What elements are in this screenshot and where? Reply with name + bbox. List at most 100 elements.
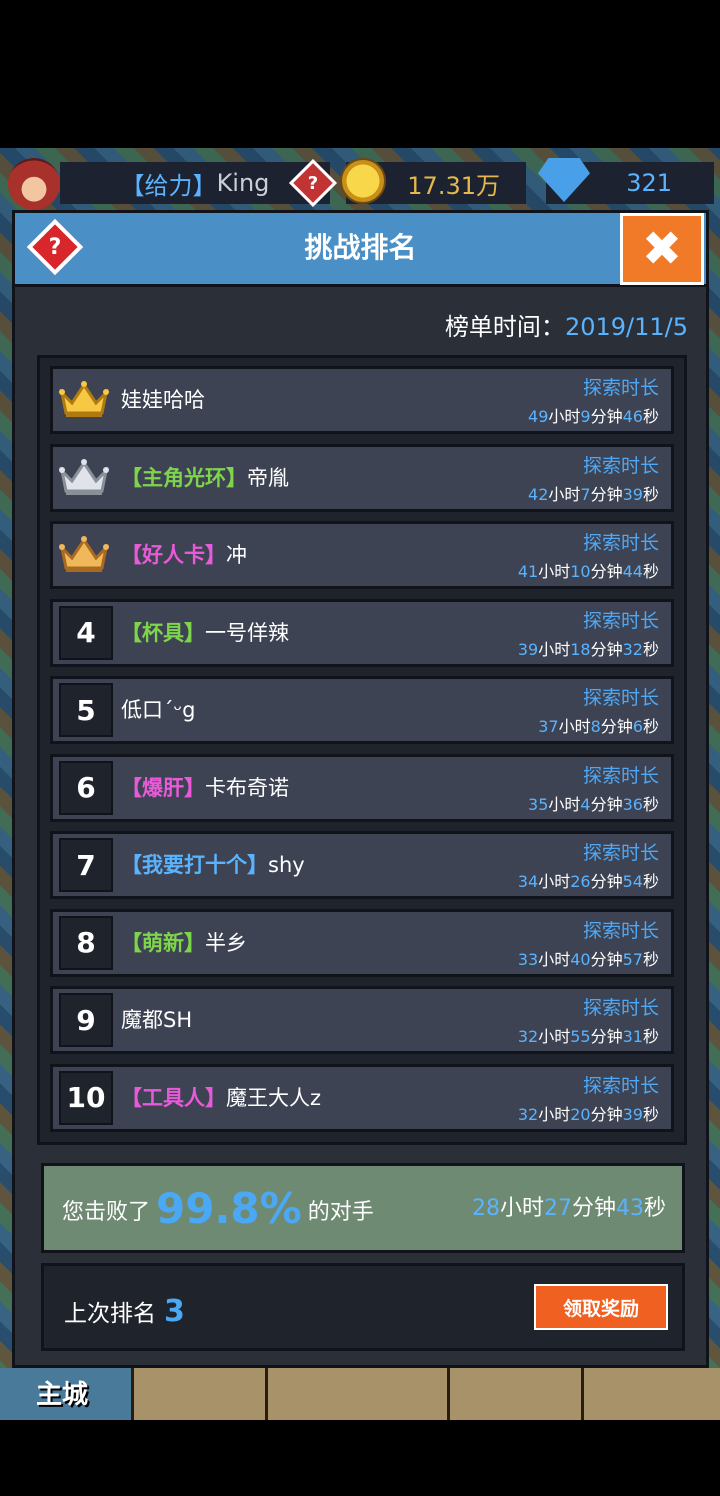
player-title-tag: 【萌新】 xyxy=(121,930,205,955)
player-title-tag: 【我要打十个】 xyxy=(121,853,268,877)
beat-prefix: 您击败了 xyxy=(62,1200,151,1225)
nav-slot-4[interactable] xyxy=(450,1368,584,1420)
player-nickname: 卡布奇诺 xyxy=(205,775,289,800)
nav-slot-2[interactable] xyxy=(134,1368,268,1420)
ranking-row[interactable]: 7 【我要打十个】shy 探索时长 34小时26分钟54秒 xyxy=(50,831,674,899)
last-rank-label: 上次排名 xyxy=(64,1301,156,1327)
explore-time-value: 39小时18分钟32秒 xyxy=(517,639,659,659)
player-nickname: 魔都SH xyxy=(121,1008,193,1032)
bronze-crown-icon xyxy=(59,534,109,574)
explore-time-label: 探索时长 xyxy=(582,919,659,942)
silver-crown-icon xyxy=(59,457,109,497)
player-title-tag: 【给力】 xyxy=(120,171,217,200)
rank-number: 4 xyxy=(59,605,113,660)
rank-number: 5 xyxy=(59,683,113,737)
last-rank: 上次排名 3 xyxy=(64,1294,185,1329)
player-name: 【好人卡】冲 xyxy=(121,524,247,586)
explore-time-value: 49小时9分钟46秒 xyxy=(528,407,659,426)
player-nickname: shy xyxy=(268,853,305,877)
explore-time-label: 探索时长 xyxy=(582,1074,659,1097)
explore-time-value: 41小时10分钟44秒 xyxy=(517,562,659,581)
nav-slot-3[interactable] xyxy=(268,1368,450,1420)
ranking-row[interactable]: 10 【工具人】魔王大人z 探索时长 32小时20分钟39秒 xyxy=(50,1063,674,1132)
player-name: 【工具人】魔王大人z xyxy=(121,1067,321,1129)
status-bar: 【给力】 King ? 17.31万 321 xyxy=(0,158,720,210)
player-title-tag: 【主角光环】 xyxy=(121,465,247,490)
nav-slot-5[interactable] xyxy=(584,1368,720,1420)
player-name: 魔都SH xyxy=(121,989,192,1051)
player-title-tag: 【好人卡】 xyxy=(121,543,226,567)
rank-number: 6 xyxy=(59,760,113,815)
explore-time-label: 探索时长 xyxy=(582,764,659,787)
explore-time-value: 37小时8分钟6秒 xyxy=(538,717,659,736)
rank-number: 8 xyxy=(59,915,113,970)
player-nickname: 一号佯辣 xyxy=(205,620,289,645)
explore-time-label: 探索时长 xyxy=(582,532,659,554)
nav-city[interactable]: 主城 xyxy=(0,1368,134,1420)
player-nickname: 冲 xyxy=(226,543,247,567)
explore-time-value: 32小时55分钟31秒 xyxy=(517,1027,659,1046)
ranking-row[interactable]: 8 【萌新】半乡 探索时长 33小时40分钟57秒 xyxy=(50,908,674,977)
ranking-row[interactable]: 9 魔都SH 探索时长 32小时55分钟31秒 xyxy=(50,986,674,1054)
beat-summary: 您击败了 99.8% 的对手 28小时27分钟43秒 xyxy=(41,1163,685,1253)
gold-crown-icon xyxy=(59,379,109,419)
player-name: King xyxy=(216,169,270,197)
explore-time-value: 32小时20分钟39秒 xyxy=(517,1104,659,1124)
player-nickname: 帝胤 xyxy=(247,465,289,490)
explore-time-value: 42小时7分钟39秒 xyxy=(528,484,659,504)
player-title-tag: 【杯具】 xyxy=(121,620,205,645)
ranking-row[interactable]: 5 低口´ᵕg 探索时长 37小时8分钟6秒 xyxy=(50,676,674,744)
close-button[interactable]: ✖ xyxy=(620,213,704,285)
player-name: 娃娃哈哈 xyxy=(121,369,205,431)
nav-city-label: 主城 xyxy=(36,1380,89,1410)
rank-number: 9 xyxy=(59,993,113,1047)
ranking-row[interactable]: 【主角光环】帝胤 探索时长 42小时7分钟39秒 xyxy=(50,443,674,512)
gem-amount: 321 xyxy=(626,169,672,197)
explore-time-label: 探索时长 xyxy=(582,687,659,709)
player-name: 低口´ᵕg xyxy=(121,679,196,741)
ranking-date-value: 2019/11/5 xyxy=(564,313,688,341)
panel-title: 挑战排名 xyxy=(304,231,417,264)
my-explore-time: 28小时27分钟43秒 xyxy=(471,1196,666,1221)
ranking-row[interactable]: 6 【爆肝】卡布奇诺 探索时长 35小时4分钟36秒 xyxy=(50,753,674,822)
player-name: 【主角光环】帝胤 xyxy=(121,447,289,509)
my-hours: 28 xyxy=(471,1196,500,1221)
my-minutes: 27 xyxy=(543,1196,572,1221)
player-name: 【爆肝】卡布奇诺 xyxy=(121,757,289,819)
ranking-row[interactable]: 4 【杯具】一号佯辣 探索时长 39小时18分钟32秒 xyxy=(50,598,674,667)
player-nickname: 低口´ᵕg xyxy=(121,698,196,722)
gold-amount: 17.31万 xyxy=(407,171,500,200)
avatar[interactable] xyxy=(8,158,60,210)
explore-time-label: 探索时长 xyxy=(582,997,659,1019)
player-name: 【我要打十个】shy xyxy=(121,834,305,896)
ranking-row[interactable]: 【好人卡】冲 探索时长 41小时10分钟44秒 xyxy=(50,521,674,589)
player-title-tag: 【工具人】 xyxy=(121,1085,226,1110)
rank-number: 7 xyxy=(59,838,113,892)
explore-time-label: 探索时长 xyxy=(582,377,659,399)
player-title-tag: 【爆肝】 xyxy=(121,775,205,800)
ranking-date-label: 榜单时间： xyxy=(444,313,565,341)
beat-suffix: 的对手 xyxy=(307,1200,374,1225)
beat-percent: 99.8% xyxy=(156,1184,302,1233)
player-name: 【杯具】一号佯辣 xyxy=(121,602,289,664)
claim-reward-button[interactable]: 领取奖励 xyxy=(534,1284,668,1330)
player-nickname: 半乡 xyxy=(205,930,247,955)
ranking-date: 榜单时间：2019/11/5 xyxy=(445,307,688,342)
explore-time-value: 33小时40分钟57秒 xyxy=(517,949,659,969)
panel-header: ? 挑战排名 ✖ xyxy=(15,213,706,287)
player-nickname: 娃娃哈哈 xyxy=(121,388,205,412)
challenge-ranking-panel: ? 挑战排名 ✖ 榜单时间：2019/11/5 娃娃哈哈 探索时长 49小时9分钟4… xyxy=(12,210,709,1368)
last-rank-value: 3 xyxy=(164,1294,185,1329)
player-name: 【萌新】半乡 xyxy=(121,912,247,974)
ranking-list[interactable]: 娃娃哈哈 探索时长 49小时9分钟46秒 【主角光环】帝胤 探索时长 42小时7分钟39秒… xyxy=(37,355,687,1145)
explore-time-value: 34小时26分钟54秒 xyxy=(517,872,659,891)
explore-time-label: 探索时长 xyxy=(582,609,659,632)
beat-text: 您击败了 99.8% 的对手 xyxy=(62,1184,374,1233)
ranking-row[interactable]: 娃娃哈哈 探索时长 49小时9分钟46秒 xyxy=(50,366,674,434)
explore-time-value: 35小时4分钟36秒 xyxy=(528,794,659,814)
bottom-nav: 主城 xyxy=(0,1368,720,1420)
explore-time-label: 探索时长 xyxy=(582,842,659,864)
my-seconds: 43 xyxy=(615,1196,644,1221)
rank-number: 10 xyxy=(59,1070,113,1125)
explore-time-label: 探索时长 xyxy=(582,454,659,477)
